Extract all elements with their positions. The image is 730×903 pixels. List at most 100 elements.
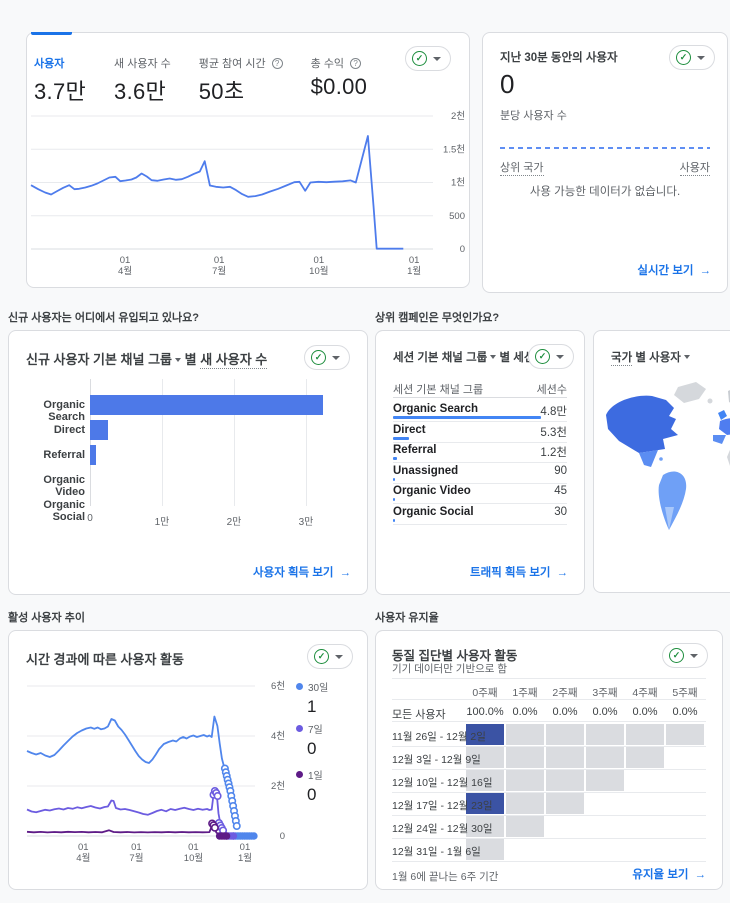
view-user-acquisition-link[interactable]: 사용자 획득 보기→ — [253, 564, 351, 580]
x-tick-label: 1만 — [155, 513, 170, 528]
channel-mini-bar — [393, 478, 395, 481]
svg-text:4월: 4월 — [118, 265, 132, 277]
view-realtime-link[interactable]: 실시간 보기→ — [637, 262, 711, 278]
activity-card: 시간 경과에 따른 사용자 활동 ✓ 6천4천2천0014월017월0110월0… — [8, 630, 368, 890]
cohort-cell — [546, 747, 584, 768]
cohort-footer-note: 1월 6에 끝나는 6주 기간 — [392, 869, 498, 884]
svg-text:01: 01 — [214, 255, 225, 266]
new-users-bar-chart: 01만2만3만Organic SearchDirectReferralOrgan… — [9, 331, 367, 594]
all-users-value: 100.0% — [466, 706, 504, 718]
check-circle-icon: ✓ — [314, 649, 329, 664]
svg-text:01: 01 — [409, 255, 420, 266]
channel-mini-bar — [393, 519, 395, 522]
metric-tab-3[interactable]: 총 수익 ?$0.00 — [311, 55, 368, 106]
all-users-value: 0.0% — [666, 706, 704, 718]
cohort-row-label: 11월 26일 - 12월 2일 — [392, 729, 486, 744]
bar-category-label: Organic Video — [13, 474, 85, 498]
arrow-right-icon: → — [557, 567, 569, 579]
countries-map-title[interactable]: 국가 별 사용자 — [611, 349, 690, 365]
check-circle-icon: ✓ — [676, 50, 691, 65]
bar — [90, 420, 108, 440]
chevron-down-icon — [490, 355, 496, 359]
cohort-cell — [586, 724, 624, 745]
svg-text:4월: 4월 — [76, 852, 90, 864]
metric-tab-2[interactable]: 평균 참여 시간 ?50초 — [199, 55, 283, 106]
divider — [392, 699, 706, 700]
data-quality-dropdown[interactable]: ✓ — [405, 46, 451, 71]
svg-text:01: 01 — [78, 842, 89, 853]
section-new-users-question: 신규 사용자는 어디에서 유입되고 있나요? — [8, 309, 199, 325]
svg-text:1.5천: 1.5천 — [443, 144, 465, 155]
bar — [90, 445, 96, 465]
metric-tab-1[interactable]: 새 사용자 수3.6만 — [114, 55, 171, 106]
sessions-dim-header[interactable]: 세션 기본 채널 그룹 — [393, 381, 483, 397]
cohort-cell — [546, 724, 584, 745]
channel-mini-bar — [393, 416, 541, 419]
bar-category-label: Referral — [13, 449, 85, 461]
chevron-down-icon — [556, 355, 564, 359]
per-minute-label: 분당 사용자 수 — [500, 107, 567, 123]
svg-text:01: 01 — [188, 842, 199, 853]
channel-mini-bar — [393, 457, 397, 460]
session-channel-row: Direct5.3천 — [393, 422, 567, 443]
chevron-down-icon — [690, 654, 698, 658]
bar-category-label: Organic Search — [13, 399, 85, 423]
week-col-header: 1주째 — [506, 685, 544, 700]
all-users-value: 0.0% — [546, 706, 584, 718]
cohort-cell — [586, 747, 624, 768]
svg-text:0: 0 — [280, 831, 285, 842]
help-icon: ? — [350, 58, 361, 69]
week-col-header: 4주째 — [626, 685, 664, 700]
data-quality-dropdown[interactable]: ✓ — [662, 643, 708, 668]
view-retention-link[interactable]: 유지율 보기→ — [632, 866, 706, 882]
section-campaigns-question: 상위 캠페인은 무엇인가요? — [375, 309, 499, 325]
view-traffic-acquisition-link[interactable]: 트래픽 획득 보기→ — [470, 564, 568, 580]
legend-dot-icon — [296, 683, 303, 690]
help-icon: ? — [272, 58, 283, 69]
data-quality-dropdown[interactable]: ✓ — [307, 644, 353, 669]
session-channel-row: Organic Social30 — [393, 504, 567, 525]
session-channel-row: Unassigned90 — [393, 463, 567, 484]
metric-tabs: 사용자3.7만 새 사용자 수3.6만 평균 참여 시간 ?50초 총 수익 ?$0.… — [34, 55, 367, 106]
cohort-row-label: 12월 17일 - 12월 23일 — [392, 798, 493, 813]
arrow-right-icon: → — [700, 265, 712, 277]
realtime-title: 지난 30분 동안의 사용자 — [500, 49, 618, 65]
svg-text:10월: 10월 — [184, 852, 203, 864]
section-active-users-trend: 활성 사용자 추이 — [8, 609, 85, 625]
cohort-cell — [626, 724, 664, 745]
svg-text:01: 01 — [240, 842, 251, 853]
all-users-value: 0.0% — [506, 706, 544, 718]
sessions-card: 세션 기본 채널 그룹 별 세션수 ✓ 세션 기본 채널 그룹 세션수 Orga… — [375, 330, 585, 595]
svg-text:2천: 2천 — [451, 111, 465, 122]
arrow-right-icon: → — [340, 567, 352, 579]
data-quality-dropdown[interactable]: ✓ — [528, 344, 574, 369]
top-country-header[interactable]: 상위 국가 — [500, 159, 544, 175]
cohort-row-label: 12월 31일 - 1월 6일 — [392, 844, 481, 859]
sessions-metric-header[interactable]: 세션수 — [537, 381, 567, 397]
metric-tab-0[interactable]: 사용자3.7만 — [34, 55, 86, 106]
channel-mini-bar — [393, 437, 409, 440]
bar-category-label: Organic Social — [13, 499, 85, 523]
bar — [90, 395, 323, 415]
x-tick-label: 2만 — [227, 513, 242, 528]
svg-text:6천: 6천 — [271, 681, 285, 692]
cohort-cell — [626, 747, 664, 768]
check-circle-icon: ✓ — [412, 51, 427, 66]
svg-text:01: 01 — [131, 842, 142, 853]
cohort-cell — [506, 770, 544, 791]
cohort-row-label: 12월 10일 - 12월 16일 — [392, 775, 493, 790]
check-circle-icon: ✓ — [669, 648, 684, 663]
legend-dot-icon — [296, 725, 303, 732]
new-users-card: 신규 사용자 기본 채널 그룹 별 새 사용자 수 ✓ 01만2만3만Organ… — [8, 330, 368, 595]
legend-dot-icon — [296, 771, 303, 778]
check-circle-icon: ✓ — [535, 349, 550, 364]
users-col-header[interactable]: 사용자 — [680, 159, 710, 175]
countries-map-card: 국가 별 사용자 — [593, 330, 730, 593]
chevron-down-icon — [697, 56, 705, 60]
bar-category-label: Direct — [13, 424, 85, 436]
svg-text:1월: 1월 — [407, 265, 421, 277]
cohort-row-label: 12월 3일 - 12월 9일 — [392, 752, 481, 767]
data-quality-dropdown[interactable]: ✓ — [669, 45, 715, 70]
x-tick-label: 3만 — [299, 513, 314, 528]
cohort-cell — [506, 747, 544, 768]
